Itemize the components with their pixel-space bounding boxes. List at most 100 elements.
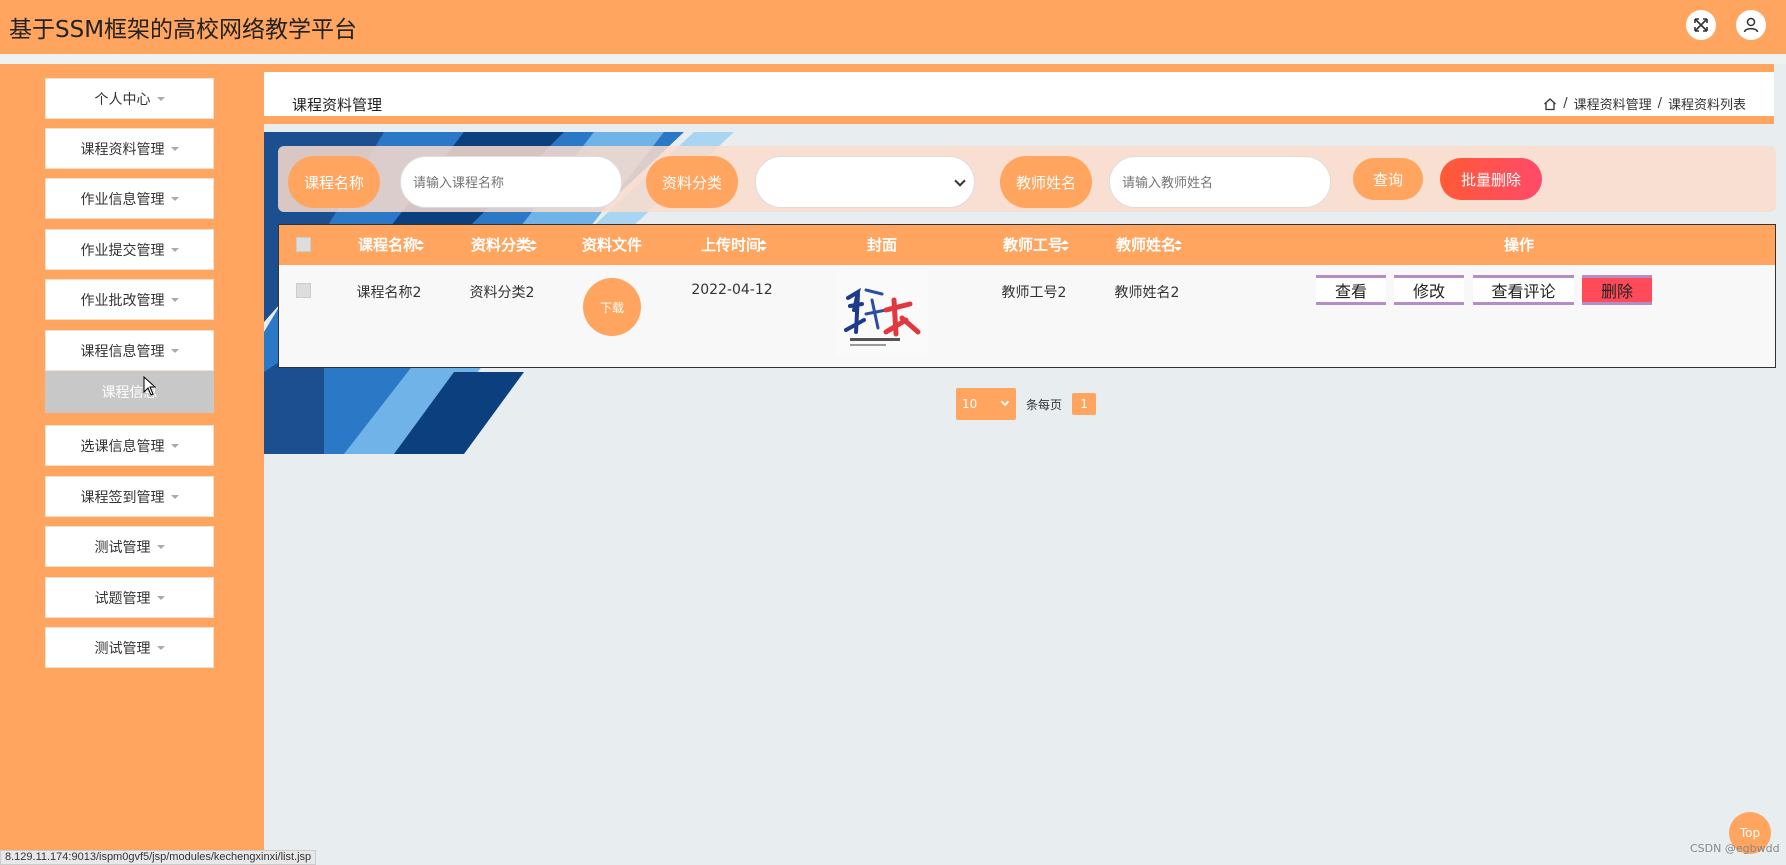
user-icon [1743,17,1759,33]
chevron-down-icon [954,175,966,187]
page-title: 课程资料管理 [292,96,383,114]
breadcrumb: / 课程资料管理 / 课程资料列表 [1543,94,1746,113]
sidebar-item-homework-info[interactable]: 作业信息管理 [45,178,214,219]
caret-down-icon [170,443,179,448]
app-title: 基于SSM框架的高校网络教学平台 [9,17,358,43]
query-button[interactable]: 查询 [1353,158,1423,200]
select-all-checkbox[interactable] [296,237,311,252]
column-header-label: 教师姓名 [1115,236,1176,254]
sidebar-item-label: 测试管理 [94,640,151,657]
chevron-down-icon [1000,397,1010,407]
column-header-cover: 封面 [832,225,932,265]
category-select[interactable] [755,156,975,208]
teacher-name-input[interactable] [1109,156,1331,208]
status-bar-url: 8.129.11.174:9013/ispm0gvf5/jsp/modules/… [0,850,317,865]
caret-down-icon [156,595,165,600]
sidebar-item-homework-grading[interactable]: 作业批改管理 [45,279,214,320]
caret-down-icon [156,645,165,650]
sidebar-item-label: 课程资料管理 [80,141,165,158]
caret-down-icon [170,297,179,302]
column-header-file: 资料文件 [557,225,667,265]
cover-artwork [836,270,928,356]
main-content: 课程资料管理 / 课程资料管理 / 课程资料列表 课程名称 资料分类 教师姓名 … [264,64,1786,865]
download-button[interactable]: 下载 [583,278,641,336]
column-header-actions: 操作 [1459,225,1579,265]
breadcrumb-item[interactable]: 课程资料管理 [1574,94,1652,113]
search-bar: 课程名称 资料分类 教师姓名 查询 批量删除 [278,146,1776,212]
mouse-cursor-icon [143,376,157,396]
column-header-teacher-name[interactable]: 教师姓名 [1092,225,1202,265]
sidebar-item-label: 课程签到管理 [80,489,165,506]
edit-button[interactable]: 修改 [1394,275,1464,305]
cell-course-name: 课程名称2 [356,285,422,301]
sidebar-item-test-management-2[interactable]: 测试管理 [45,627,214,668]
column-header-label: 资料分类 [470,236,531,254]
view-comments-button[interactable]: 查看评论 [1473,275,1574,305]
column-header-teacher-id[interactable]: 教师工号 [979,225,1089,265]
page-number-current[interactable]: 1 [1072,393,1097,415]
sidebar-item-label: 选课信息管理 [80,438,165,455]
sidebar-item-label: 课程信息管理 [80,343,165,360]
submenu-item-course-info[interactable]: 课程信息 [45,371,214,413]
home-icon[interactable] [1543,97,1557,111]
watermark: CSDN @egbwdd [1690,842,1780,855]
header-divider [0,54,1786,64]
column-header-label: 上传时间 [700,236,761,254]
sidebar-item-label: 个人中心 [94,91,151,108]
cell-category: 资料分类2 [469,285,535,301]
cover-image [836,270,928,356]
fullscreen-button[interactable] [1686,10,1716,40]
sidebar-item-course-selection[interactable]: 选课信息管理 [45,425,214,466]
caret-down-icon [170,247,179,252]
fullscreen-icon [1694,18,1708,32]
delete-button[interactable]: 删除 [1582,275,1652,305]
teacher-name-label: 教师姓名 [1000,156,1092,208]
sidebar-item-label: 作业批改管理 [80,292,165,309]
cell-upload-time: 2022-04-12 [691,282,773,298]
batch-delete-button[interactable]: 批量删除 [1440,158,1542,200]
caret-down-icon [170,196,179,201]
breadcrumb-separator: / [1657,96,1662,111]
column-header-course-name[interactable]: 课程名称 [334,225,444,265]
column-header-label: 资料文件 [581,236,642,254]
top-bar: 基于SSM框架的高校网络教学平台 [0,0,1786,54]
caret-down-icon [156,544,165,549]
course-name-label: 课程名称 [288,156,380,208]
column-header-category[interactable]: 资料分类 [447,225,557,265]
page-size-value: 10 [962,397,978,411]
row-checkbox[interactable] [296,283,311,298]
sidebar: 个人中心 课程资料管理 作业信息管理 作业提交管理 作业批改管理 课程信息管理 … [0,64,264,865]
column-header-label: 操作 [1503,236,1534,254]
column-header-label: 课程名称 [357,236,418,254]
caret-down-icon [156,96,165,101]
sidebar-item-label: 试题管理 [94,590,151,607]
sidebar-item-course-materials[interactable]: 课程资料管理 [45,128,214,169]
data-table: 课程名称 资料分类 资料文件 上传时间 封面 教师工号 教师姓名 操作 课程名称… [278,224,1776,368]
sidebar-item-homework-submit[interactable]: 作业提交管理 [45,229,214,270]
page-size-select[interactable]: 10 [956,388,1016,420]
sidebar-item-label: 测试管理 [94,539,151,556]
sidebar-item-personal-center[interactable]: 个人中心 [45,78,214,119]
breadcrumb-item: 课程资料列表 [1667,98,1746,113]
course-name-input[interactable] [400,156,622,208]
sidebar-item-question-management[interactable]: 试题管理 [45,577,214,618]
sidebar-item-label: 作业信息管理 [80,191,165,208]
cell-teacher-name: 教师姓名2 [1114,285,1180,301]
column-header-label: 封面 [866,236,897,254]
breadcrumb-bar: 课程资料管理 / 课程资料管理 / 课程资料列表 [264,64,1774,124]
breadcrumb-separator: / [1563,96,1568,111]
caret-down-icon [170,146,179,151]
column-header-label: 教师工号 [1002,236,1063,254]
sidebar-item-test-management[interactable]: 测试管理 [45,526,214,567]
pagination: 10 条每页 1 [956,388,1097,420]
per-page-label: 条每页 [1026,397,1063,412]
table-header: 课程名称 资料分类 资料文件 上传时间 封面 教师工号 教师姓名 操作 [279,225,1775,265]
category-label: 资料分类 [646,156,738,208]
sidebar-item-course-checkin[interactable]: 课程签到管理 [45,476,214,517]
user-button[interactable] [1736,10,1766,40]
view-button[interactable]: 查看 [1316,275,1386,305]
cell-teacher-id: 教师工号2 [1001,285,1067,301]
sidebar-item-course-info[interactable]: 课程信息管理 [45,330,214,371]
column-header-upload-time[interactable]: 上传时间 [667,225,797,265]
caret-down-icon [170,348,179,353]
